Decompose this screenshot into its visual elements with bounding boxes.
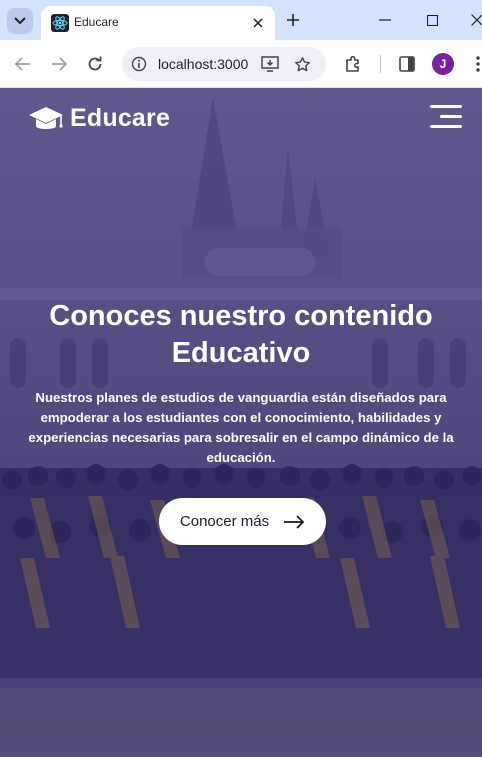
hero-title-line-1: Conoces nuestro contenido — [49, 300, 433, 332]
plus-icon[interactable] — [283, 10, 303, 30]
profile-avatar[interactable]: J — [432, 53, 454, 75]
bookmark-star-icon[interactable] — [292, 54, 312, 74]
window-close-icon[interactable] — [466, 10, 482, 30]
hamburger-menu-icon[interactable] — [430, 105, 462, 131]
address-bar[interactable]: localhost:3000 — [122, 47, 326, 81]
brand-logo[interactable]: Educare — [28, 104, 170, 133]
back-icon[interactable] — [11, 52, 35, 76]
url-text[interactable]: localhost:3000 — [158, 56, 248, 72]
learn-more-label: Conocer más — [179, 513, 270, 530]
graduation-cap-icon — [29, 106, 63, 129]
browser-tab[interactable]: Educare — [41, 6, 275, 40]
hero-description: Nuestros planes de estudios de vanguardi… — [28, 390, 454, 465]
site-navbar: Educare — [0, 88, 482, 148]
hero-title-line-2: Educativo — [171, 337, 311, 369]
install-app-icon[interactable] — [260, 54, 280, 74]
tab-strip: Educare — [0, 0, 482, 40]
minimize-icon[interactable] — [374, 10, 396, 30]
site-info-icon[interactable] — [129, 54, 149, 74]
more-menu-icon[interactable] — [466, 52, 482, 76]
reload-icon[interactable] — [83, 52, 107, 76]
tab-search-icon[interactable] — [7, 8, 33, 34]
react-favicon-icon — [51, 14, 69, 32]
learn-more-button[interactable]: Conocer más — [159, 498, 326, 545]
page-viewport: Educare Conoces nuestro contenido Educat… — [0, 88, 482, 757]
side-panel-icon[interactable] — [395, 52, 419, 76]
close-icon[interactable] — [249, 14, 267, 32]
forward-icon[interactable] — [47, 52, 71, 76]
hero-title: Conoces nuestro contenido Educativo — [20, 298, 462, 372]
toolbar-separator — [380, 55, 381, 73]
browser-toolbar: localhost:3000 J — [0, 40, 482, 88]
extensions-icon[interactable] — [341, 52, 365, 76]
brand-name: Educare — [70, 104, 171, 132]
tab-title: Educare — [74, 15, 119, 29]
maximize-icon[interactable] — [421, 10, 443, 30]
arrow-right-icon — [284, 514, 305, 529]
